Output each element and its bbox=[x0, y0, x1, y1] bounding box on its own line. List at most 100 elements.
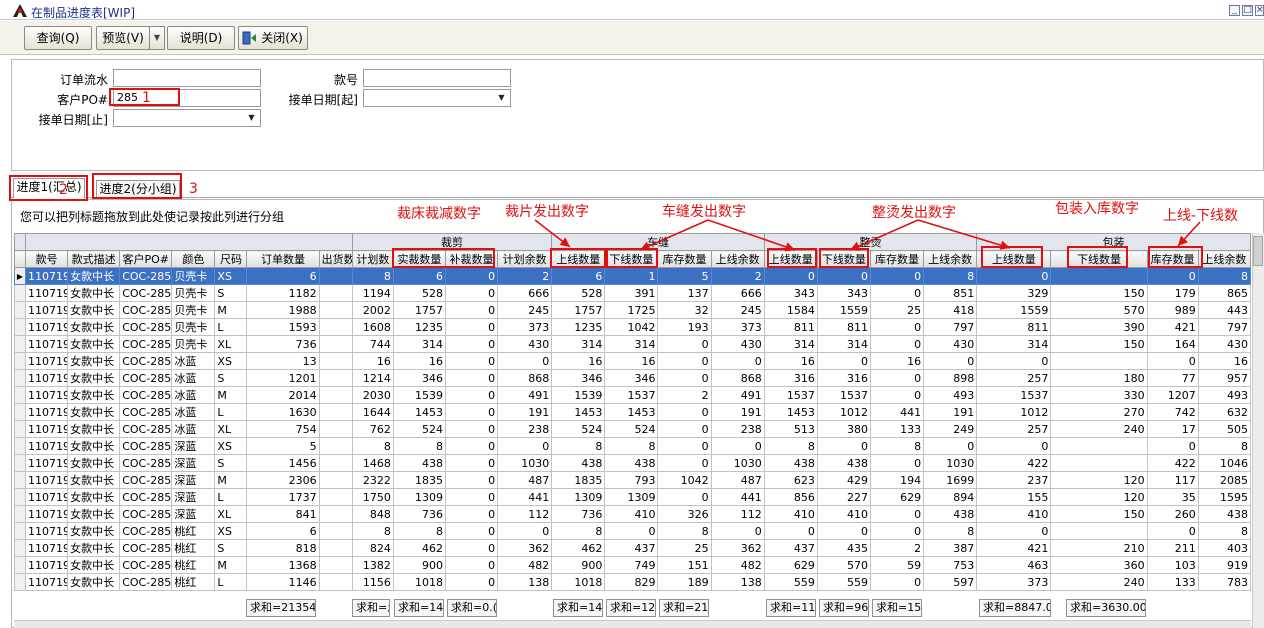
table-cell[interactable]: 贝壳卡 bbox=[171, 284, 216, 302]
table-cell[interactable]: 女款中长 bbox=[67, 522, 121, 540]
table-cell[interactable] bbox=[318, 471, 353, 489]
column-header[interactable]: 颜色 bbox=[171, 250, 216, 268]
table-cell[interactable]: 137 bbox=[657, 284, 712, 302]
table-row[interactable]: 110719 女款中长 COC-285 深蓝 S 1456 1468 438 0 1030 438 4… bbox=[14, 454, 1251, 472]
table-cell[interactable]: 1559 bbox=[816, 301, 871, 319]
table-cell[interactable]: 491 bbox=[710, 386, 765, 404]
table-cell[interactable]: 77 bbox=[1146, 369, 1199, 387]
table-cell[interactable]: 1725 bbox=[604, 301, 659, 319]
table-cell[interactable]: 0 bbox=[444, 522, 499, 540]
table-cell[interactable]: 138 bbox=[497, 573, 553, 591]
table-cell[interactable]: 343 bbox=[763, 284, 818, 302]
table-cell[interactable]: 女款中长 bbox=[67, 539, 121, 557]
table-row[interactable]: 110719 女款中长 COC-285 贝壳卡 M 1988 2002 1757 0 245 175… bbox=[14, 301, 1251, 319]
table-cell[interactable]: 6 bbox=[392, 267, 447, 285]
table-cell[interactable]: 112 bbox=[710, 505, 765, 523]
table-cell[interactable]: 5 bbox=[657, 267, 712, 285]
table-cell[interactable]: 0 bbox=[976, 522, 1052, 540]
table-cell[interactable]: 110719 bbox=[25, 437, 69, 455]
table-cell[interactable]: 957 bbox=[1197, 369, 1251, 387]
table-cell[interactable]: 女款中长 bbox=[67, 454, 121, 472]
table-cell[interactable]: 343 bbox=[816, 284, 871, 302]
table-cell[interactable]: 1630 bbox=[246, 403, 320, 421]
table-cell[interactable]: 0 bbox=[869, 369, 925, 387]
column-header[interactable]: 库存数量 bbox=[657, 250, 712, 268]
table-cell[interactable]: 贝壳卡 bbox=[171, 267, 216, 285]
row-indicator[interactable] bbox=[14, 369, 27, 387]
table-cell[interactable]: L bbox=[214, 488, 248, 506]
table-cell[interactable]: 冰蓝 bbox=[171, 420, 216, 438]
table-cell[interactable]: 8 bbox=[1197, 267, 1251, 285]
table-cell[interactable]: M bbox=[214, 471, 248, 489]
table-cell[interactable]: 1537 bbox=[604, 386, 659, 404]
table-cell[interactable]: 380 bbox=[816, 420, 871, 438]
table-cell[interactable]: 1584 bbox=[763, 301, 818, 319]
table-cell[interactable]: 422 bbox=[976, 454, 1052, 472]
table-cell[interactable]: 429 bbox=[816, 471, 871, 489]
table-cell[interactable]: 0 bbox=[444, 386, 499, 404]
table-cell[interactable]: 25 bbox=[657, 539, 712, 557]
table-cell[interactable] bbox=[318, 403, 353, 421]
table-cell[interactable]: 1030 bbox=[497, 454, 553, 472]
table-cell[interactable]: 0 bbox=[444, 335, 499, 353]
table-cell[interactable]: 868 bbox=[497, 369, 553, 387]
table-cell[interactable]: 深蓝 bbox=[171, 488, 216, 506]
table-cell[interactable]: 437 bbox=[604, 539, 659, 557]
table-cell[interactable]: 8 bbox=[604, 437, 659, 455]
table-cell[interactable]: 390 bbox=[1050, 318, 1148, 336]
table-cell[interactable]: 360 bbox=[1050, 556, 1148, 574]
column-header[interactable]: 尺码 bbox=[214, 250, 248, 268]
table-cell[interactable]: 6 bbox=[551, 267, 606, 285]
table-cell[interactable]: 493 bbox=[1197, 386, 1251, 404]
table-cell[interactable]: 5 bbox=[246, 437, 320, 455]
table-cell[interactable]: 387 bbox=[923, 539, 978, 557]
table-cell[interactable]: 120 bbox=[1050, 488, 1148, 506]
table-cell[interactable]: 1699 bbox=[923, 471, 978, 489]
table-row[interactable]: ▶ 110719 女款中长 COC-285 贝壳卡 XS 6 8 6 0 2 6 1 5 2 0 0 0 8 0 0 8 bbox=[14, 267, 1251, 285]
table-cell[interactable]: 0 bbox=[657, 437, 712, 455]
table-cell[interactable] bbox=[318, 420, 353, 438]
table-cell[interactable]: 110719 bbox=[25, 454, 69, 472]
row-indicator[interactable] bbox=[14, 471, 27, 489]
table-cell[interactable]: 491 bbox=[497, 386, 553, 404]
column-header[interactable]: 款号 bbox=[25, 250, 69, 268]
table-cell[interactable]: 1309 bbox=[551, 488, 606, 506]
table-cell[interactable]: 373 bbox=[976, 573, 1052, 591]
table-cell[interactable]: 437 bbox=[763, 539, 818, 557]
table-cell[interactable]: 811 bbox=[763, 318, 818, 336]
table-cell[interactable]: 211 bbox=[1146, 539, 1199, 557]
table-cell[interactable]: 1156 bbox=[351, 573, 394, 591]
table-cell[interactable]: 深蓝 bbox=[171, 454, 216, 472]
table-cell[interactable]: 1012 bbox=[816, 403, 871, 421]
table-cell[interactable]: XL bbox=[214, 420, 248, 438]
table-cell[interactable]: 1835 bbox=[392, 471, 447, 489]
table-cell[interactable] bbox=[318, 335, 353, 353]
table-cell[interactable]: 0 bbox=[657, 352, 712, 370]
table-cell[interactable]: 1453 bbox=[604, 403, 659, 421]
table-cell[interactable]: 245 bbox=[710, 301, 765, 319]
table-cell[interactable]: 16 bbox=[604, 352, 659, 370]
table-cell[interactable]: 245 bbox=[497, 301, 553, 319]
table-cell[interactable]: COC-285 bbox=[119, 437, 173, 455]
table-cell[interactable]: 314 bbox=[604, 335, 659, 353]
table-cell[interactable]: 346 bbox=[392, 369, 447, 387]
date-from-select[interactable]: ▼ bbox=[363, 89, 511, 107]
table-cell[interactable]: 0 bbox=[1146, 437, 1199, 455]
table-cell[interactable]: 1593 bbox=[246, 318, 320, 336]
table-cell[interactable]: 346 bbox=[551, 369, 606, 387]
table-cell[interactable]: 59 bbox=[869, 556, 925, 574]
table-cell[interactable]: 443 bbox=[1197, 301, 1251, 319]
table-cell[interactable]: XS bbox=[214, 352, 248, 370]
table-cell[interactable]: 237 bbox=[976, 471, 1052, 489]
table-cell[interactable]: 17 bbox=[1146, 420, 1199, 438]
table-cell[interactable]: 856 bbox=[763, 488, 818, 506]
table-cell[interactable]: 570 bbox=[1050, 301, 1148, 319]
table-cell[interactable]: 257 bbox=[976, 369, 1052, 387]
table-cell[interactable]: 0 bbox=[444, 488, 499, 506]
table-cell[interactable]: 811 bbox=[976, 318, 1052, 336]
table-cell[interactable]: 8 bbox=[763, 437, 818, 455]
table-cell[interactable]: 1539 bbox=[392, 386, 447, 404]
table-cell[interactable]: 0 bbox=[869, 284, 925, 302]
table-cell[interactable]: 270 bbox=[1050, 403, 1148, 421]
table-cell[interactable]: 1235 bbox=[551, 318, 606, 336]
